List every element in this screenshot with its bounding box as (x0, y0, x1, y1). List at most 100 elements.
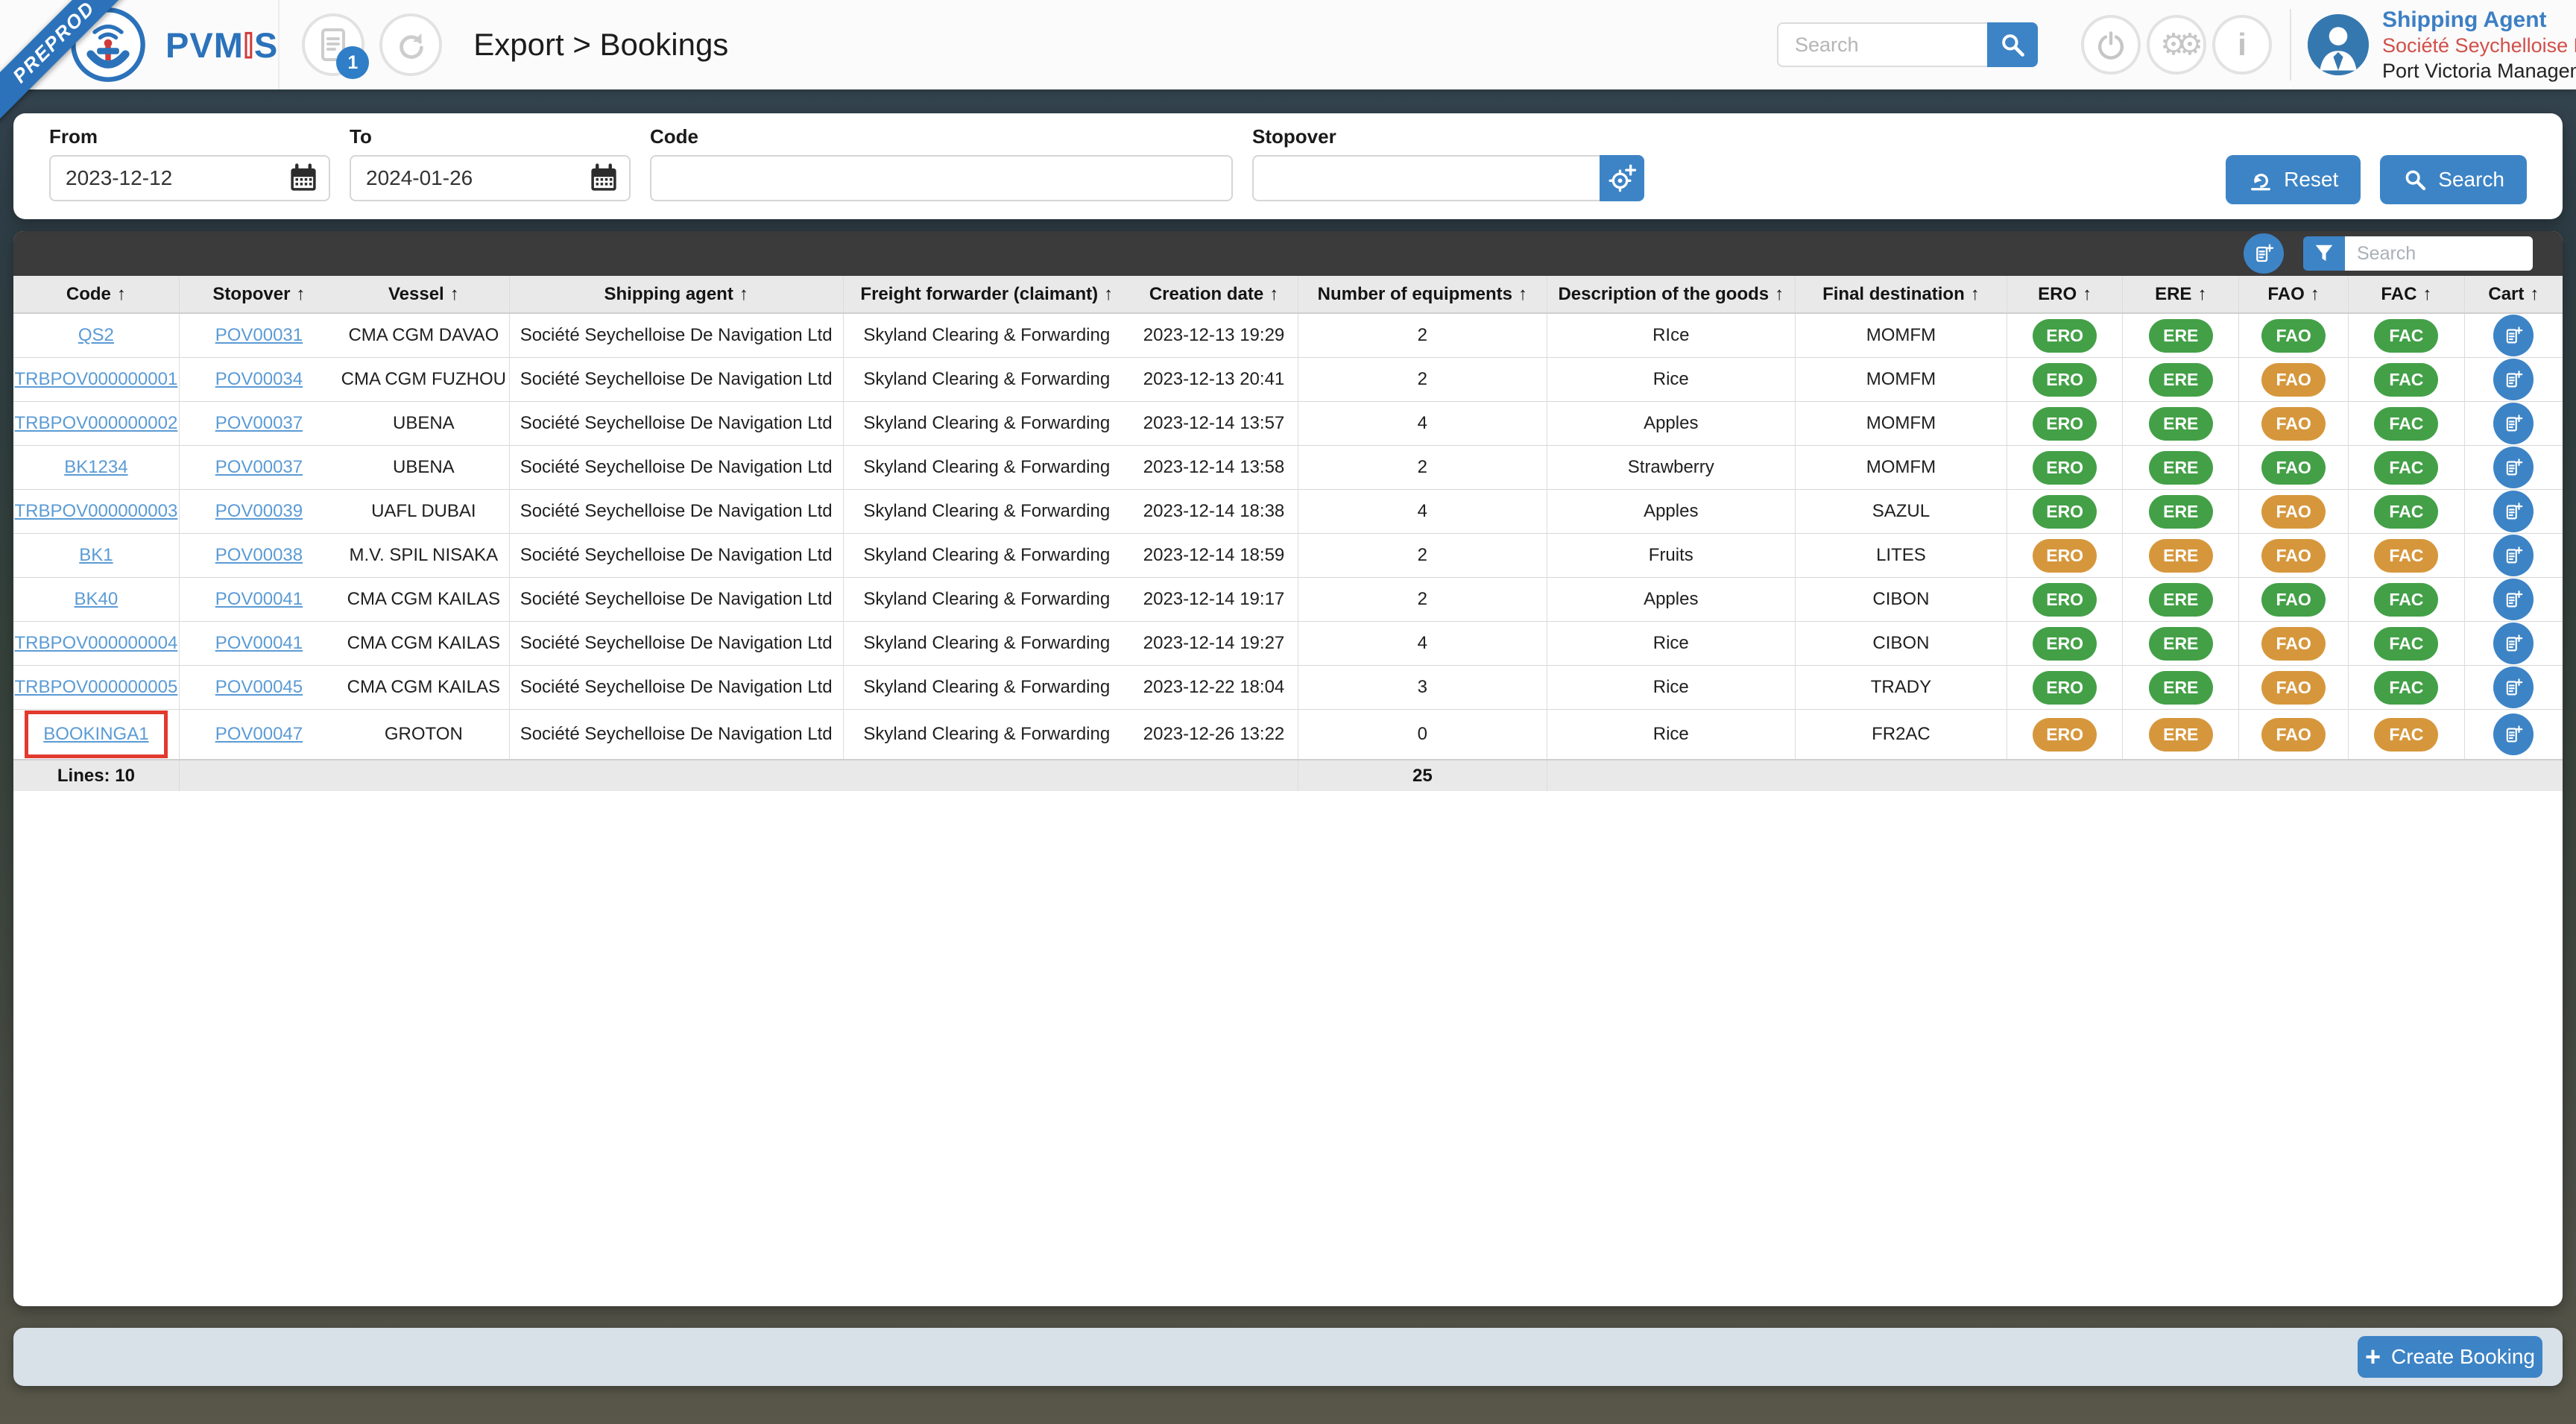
cell-freight-forwarder: Skyland Clearing & Forwarding (843, 357, 1130, 402)
column-header-code[interactable]: Code ↑ (13, 276, 180, 314)
header-icon-group: 1 (280, 13, 464, 79)
booking-code-link[interactable]: TRBPOV000000004 (14, 633, 177, 653)
status-badge-ere: ERE (2148, 406, 2213, 441)
cart-button[interactable] (2493, 403, 2534, 444)
cell-final-destination: MOMFM (1795, 312, 2007, 358)
cell-equipments: 2 (1298, 445, 1547, 490)
stopover-link[interactable]: POV00038 (215, 545, 303, 565)
booking-row: BK1 POV00038 M.V. SPIL NISAKA Société Seych… (13, 533, 2563, 578)
cell-shipping-agent: Société Seychelloise De Navigation Ltd (509, 709, 844, 760)
table-search-input[interactable] (2345, 236, 2533, 271)
table-head: Code ↑ Stopover ↑ Vessel ↑ Shipping agent ↑ Frei… (13, 276, 2563, 314)
booking-code-link[interactable]: TRBPOV000000002 (14, 413, 177, 433)
booking-code-link[interactable]: BK1 (79, 545, 113, 565)
stopover-link[interactable]: POV00037 (215, 413, 303, 433)
sort-arrow-icon: ↑ (2530, 283, 2539, 304)
sort-arrow-icon: ↑ (2083, 283, 2092, 304)
cell-goods: Apples (1547, 401, 1796, 446)
stopover-link[interactable]: POV00034 (215, 369, 303, 389)
filter-search-button[interactable]: Search (2380, 155, 2527, 204)
add-document-button[interactable] (2244, 233, 2284, 274)
column-header-ero[interactable]: ERO ↑ (2007, 276, 2124, 314)
cart-button[interactable] (2493, 579, 2534, 620)
table-filter-button[interactable] (2303, 236, 2345, 271)
user-block[interactable]: Shipping Agent Société Seychelloise De P… (2382, 6, 2576, 84)
create-booking-button[interactable]: + Create Booking (2358, 1336, 2542, 1378)
to-calendar-button[interactable] (587, 163, 620, 195)
column-header-description-of-the-goods[interactable]: Description of the goods ↑ (1547, 276, 1796, 314)
booking-code-link[interactable]: TRBPOV000000005 (14, 677, 177, 697)
status-badge-ero: ERO (2033, 406, 2097, 441)
cell-fac: FAC (2348, 401, 2465, 446)
stopover-link[interactable]: POV00041 (215, 589, 303, 609)
cart-add-icon (2507, 590, 2523, 608)
user-role: Shipping Agent (2382, 7, 2547, 32)
report-button[interactable]: 1 (302, 13, 370, 79)
cell-code: BK40 (13, 577, 180, 622)
cell-code: TRBPOV000000002 (13, 401, 180, 446)
bookings-table: Code ↑ Stopover ↑ Vessel ↑ Shipping agent ↑ Frei… (13, 276, 2563, 791)
stopover-link[interactable]: POV00047 (215, 724, 303, 744)
status-badge-ere: ERE (2148, 626, 2213, 661)
global-search-input[interactable] (1777, 22, 1987, 67)
stopover-input[interactable] (1252, 155, 1600, 201)
avatar[interactable] (2308, 14, 2369, 75)
booking-code-link[interactable]: BK40 (75, 589, 119, 609)
column-header-fao[interactable]: FAO ↑ (2238, 276, 2349, 314)
booking-code-link[interactable]: QS2 (78, 325, 114, 345)
stopover-link[interactable]: POV00031 (215, 325, 303, 345)
stopover-lookup-button[interactable] (1600, 155, 1644, 201)
cart-button[interactable] (2493, 315, 2534, 356)
cell-vessel: CMA CGM KAILAS (338, 577, 510, 622)
status-badge-ere: ERE (2148, 538, 2213, 573)
info-button[interactable]: i (2212, 15, 2272, 75)
cell-fac: FAC (2348, 533, 2465, 578)
booking-code-link[interactable]: BK1234 (64, 457, 127, 477)
cart-button[interactable] (2493, 535, 2534, 576)
from-calendar-button[interactable] (287, 163, 320, 195)
cell-fao: FAO (2238, 445, 2349, 490)
user-org: Port Victoria Managem (2382, 59, 2576, 82)
cart-button[interactable] (2493, 491, 2534, 532)
cell-freight-forwarder: Skyland Clearing & Forwarding (843, 577, 1130, 622)
column-header-number-of-equipments[interactable]: Number of equipments ↑ (1298, 276, 1547, 314)
column-header-cart[interactable]: Cart ↑ (2464, 276, 2563, 314)
booking-code-link[interactable]: TRBPOV000000001 (14, 369, 177, 389)
cart-add-icon (2507, 371, 2523, 388)
global-search-button[interactable] (1987, 22, 2038, 67)
stopover-link[interactable]: POV00045 (215, 677, 303, 697)
stopover-link[interactable]: POV00037 (215, 457, 303, 477)
cart-button[interactable] (2493, 623, 2534, 664)
sort-arrow-icon: ↑ (2310, 283, 2320, 304)
column-header-freight-forwarder-claimant-[interactable]: Freight forwarder (claimant) ↑ (843, 276, 1130, 314)
stopover-link[interactable]: POV00041 (215, 633, 303, 653)
status-badge-fao: FAO (2261, 626, 2326, 661)
search-label: Search (2438, 168, 2504, 191)
settings-button[interactable]: ⚙⚙ (2147, 15, 2206, 75)
reset-button[interactable]: Reset (2226, 155, 2361, 204)
column-header-stopover[interactable]: Stopover ↑ (179, 276, 339, 314)
cart-button[interactable] (2493, 667, 2534, 708)
cart-button[interactable] (2493, 713, 2534, 755)
cart-button[interactable] (2493, 359, 2534, 400)
cell-fac: FAC (2348, 709, 2465, 760)
stopover-link[interactable]: POV00039 (215, 501, 303, 521)
booking-code-link[interactable]: BOOKINGA1 (43, 724, 148, 744)
booking-code-link[interactable]: TRBPOV000000003 (14, 501, 177, 521)
cart-button[interactable] (2493, 447, 2534, 488)
cell-ere: ERE (2122, 577, 2240, 622)
refresh-button[interactable] (379, 13, 443, 76)
code-input[interactable] (650, 155, 1233, 201)
logout-button[interactable] (2081, 15, 2141, 75)
column-header-fac[interactable]: FAC ↑ (2348, 276, 2465, 314)
cell-goods: Rice (1547, 709, 1796, 760)
cell-creation-date: 2023-12-26 13:22 (1129, 709, 1299, 760)
cell-fao: FAO (2238, 709, 2349, 760)
booking-row: BK1234 POV00037 UBENA Société Seychelloise … (13, 445, 2563, 490)
column-header-ere[interactable]: ERE ↑ (2122, 276, 2240, 314)
column-header-final-destination[interactable]: Final destination ↑ (1795, 276, 2007, 314)
column-header-creation-date[interactable]: Creation date ↑ (1129, 276, 1299, 314)
column-header-vessel[interactable]: Vessel ↑ (338, 276, 510, 314)
column-label: Final destination (1822, 283, 1965, 304)
column-header-shipping-agent[interactable]: Shipping agent ↑ (509, 276, 844, 314)
